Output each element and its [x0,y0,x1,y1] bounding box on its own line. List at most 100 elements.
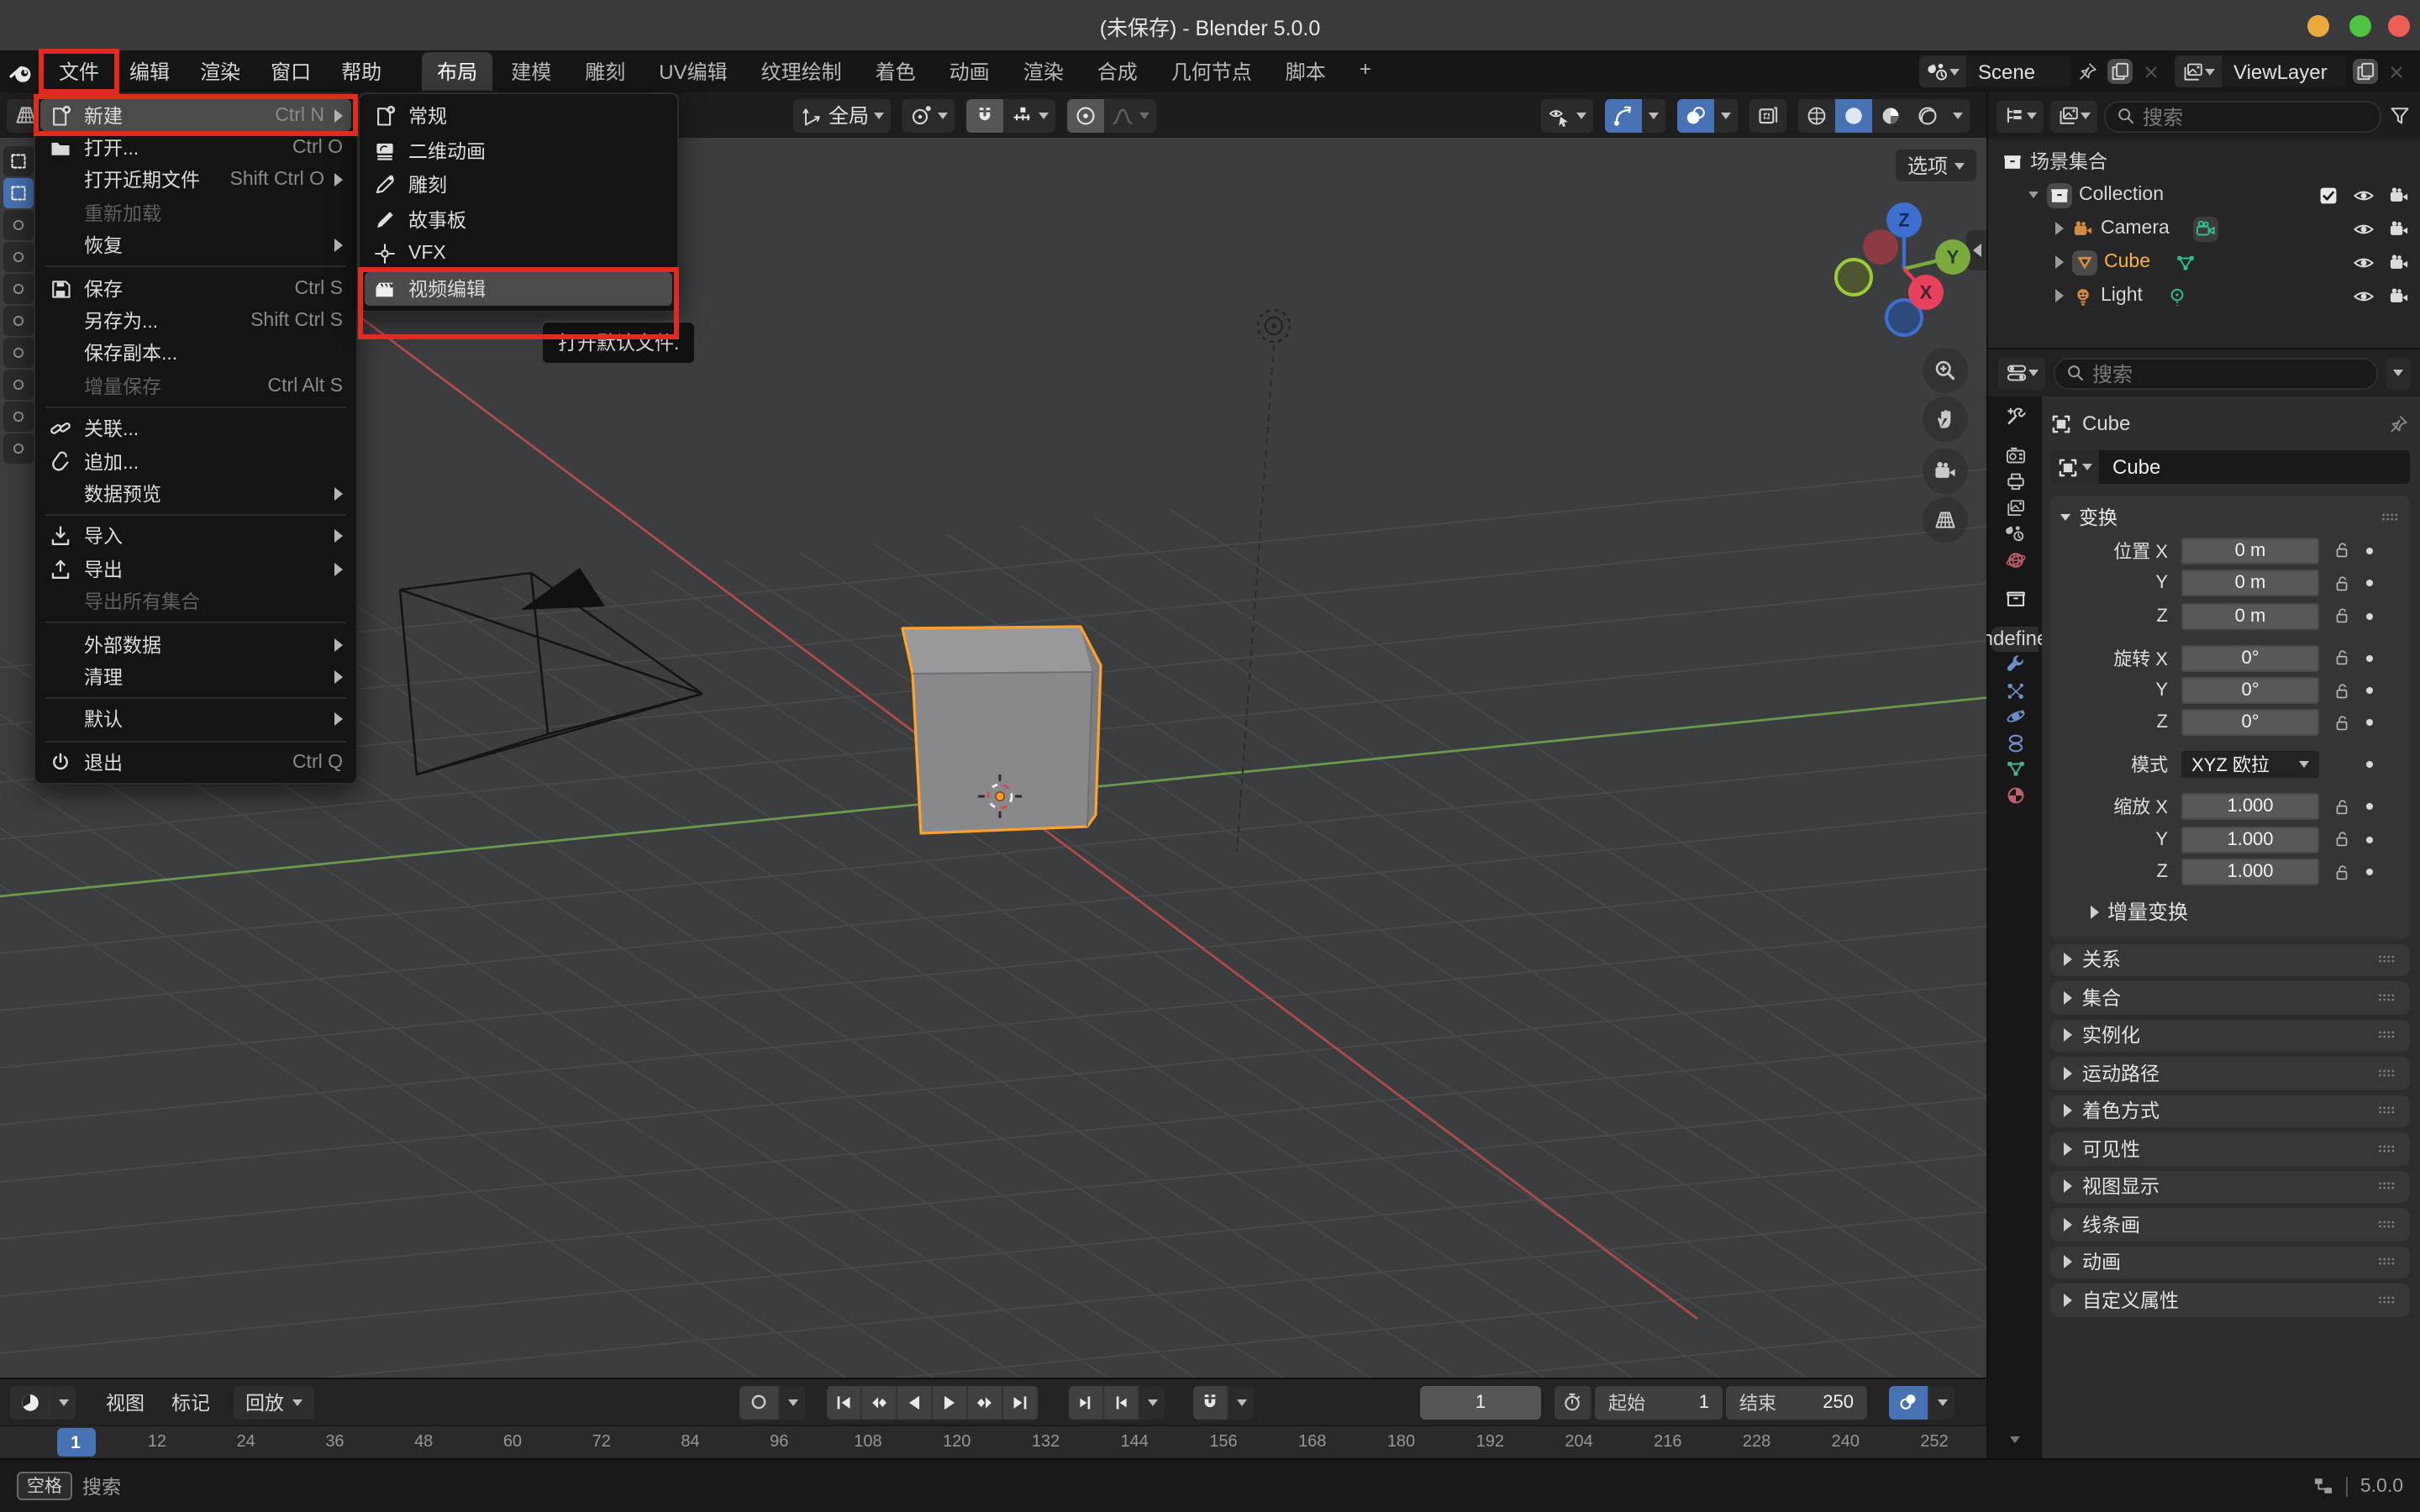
expand-icon[interactable] [2049,289,2069,302]
file-menu-item-外部数据[interactable]: 外部数据 [35,628,356,661]
checkbox-icon[interactable] [2317,184,2339,206]
close-button[interactable] [2388,15,2410,37]
playback-snap-dropdown[interactable] [1228,1385,1254,1419]
title-bar[interactable]: (未保存) - Blender 5.0.0 [0,0,2420,50]
tool-options-dropdown[interactable]: 选项 [1896,150,1976,181]
delta-transform-panel-header[interactable]: 增量变换 [2060,896,2400,927]
animate-dot[interactable] [2366,837,2373,843]
jump-prev-frame-button[interactable] [1069,1385,1104,1419]
file-menu-item-数据预览[interactable]: 数据预览 [35,478,356,511]
field-Y[interactable]: 0° [2181,677,2319,704]
frame-end-field[interactable]: 结束 250 [1726,1385,1867,1419]
tool-button-9[interactable] [3,433,34,464]
properties-tab-world-tab[interactable] [1991,547,2039,573]
add-workspace-button[interactable]: + [1344,52,1386,91]
shading-rendered-button[interactable] [1909,98,1946,132]
file-menu-item-保存副本[interactable]: 保存副本... [35,337,356,370]
properties-tab-viewlayer-tab[interactable] [1991,495,2039,521]
animate-dot[interactable] [2366,548,2373,554]
properties-tab-object-tab[interactable]: undefined [1991,626,2039,652]
properties-tab-output-tab[interactable] [1991,469,2039,495]
file-menu-item-恢复[interactable]: 恢复 [35,229,356,262]
pan-button[interactable] [1923,396,1968,442]
gizmo-dropdown[interactable] [1642,98,1665,132]
drag-grip-icon[interactable] [2376,1139,2396,1159]
file-menu-item-打开[interactable]: 打开...Ctrl O [35,132,356,165]
lock-icon[interactable] [2333,681,2351,700]
prev-keyframe-button[interactable] [862,1385,897,1419]
tool-button-4[interactable] [3,274,34,304]
outliner-row-Cube[interactable]: Cube [1988,245,2420,279]
drag-grip-icon[interactable] [2380,507,2400,528]
collapse-icon[interactable] [2023,192,2044,198]
workspace-tab-几何节点[interactable]: 几何节点 [1156,52,1267,91]
snap-settings-dropdown[interactable] [1003,98,1055,132]
file-menu-item-增量保存[interactable]: 增量保存Ctrl Alt S [35,370,356,402]
outliner-row-Collection[interactable]: Collection [1988,178,2420,212]
properties-tab-scene-tab[interactable] [1991,521,2039,547]
keying-set-button[interactable] [1889,1385,1929,1419]
keying-dropdown[interactable] [780,1385,805,1419]
tool-button-8[interactable] [3,402,34,432]
panel-可见性[interactable]: 可见性 [2050,1132,2410,1165]
properties-tab-constraint-tab[interactable] [1991,730,2039,756]
file-menu-item-导出[interactable]: 导出 [35,553,356,585]
drag-grip-icon[interactable] [2376,1290,2396,1310]
workspace-tab-UV编辑[interactable]: UV编辑 [644,52,742,91]
object-id-dropdown[interactable] [2050,450,2099,484]
tool-button-6[interactable] [3,338,34,368]
file-menu-item-打开近期文件[interactable]: 打开近期文件Shift Ctrl O [35,165,356,197]
panel-关系[interactable]: 关系 [2050,943,2410,976]
field-Y[interactable]: 1.000 [2181,827,2319,853]
drag-grip-icon[interactable] [2376,1063,2396,1084]
file-menu-item-导出所有集合[interactable]: 导出所有集合 [35,585,356,618]
shading-solid-button[interactable] [1835,98,1872,132]
camera-view-button[interactable] [1923,449,1968,494]
field-Z[interactable]: 0° [2181,710,2319,737]
properties-tab-collection-tab[interactable] [1991,586,2039,612]
file-menu-item-追加[interactable]: 追加... [35,445,356,478]
shading-material-button[interactable] [1872,98,1909,132]
panel-着色方式[interactable]: 着色方式 [2050,1095,2410,1127]
object-name-field[interactable]: Cube [2099,450,2410,484]
camera-restrict-icon[interactable] [2388,285,2410,307]
menu-编辑[interactable]: 编辑 [114,52,185,91]
outliner-row-场景集合[interactable]: 场景集合 [1988,144,2420,178]
viewlayer-name-field[interactable]: ViewLayer [2222,55,2346,87]
panel-集合[interactable]: 集合 [2050,981,2410,1014]
properties-tab-material-tab[interactable] [1991,782,2039,808]
use-preview-range-toggle[interactable] [1555,1385,1591,1419]
tool-button-1[interactable] [3,178,34,208]
eye-icon[interactable] [2353,218,2375,239]
cube-object[interactable] [902,627,1101,833]
network-icon[interactable] [2313,1475,2335,1497]
menu-渲染[interactable]: 渲染 [185,52,255,91]
menu-窗口[interactable]: 窗口 [255,52,326,91]
eye-icon[interactable] [2353,184,2375,206]
new-submenu-item-二维动画[interactable]: 二维动画 [360,134,677,168]
properties-tab-modifier-tab[interactable] [1991,652,2039,678]
falloff-dropdown[interactable] [1104,98,1156,132]
new-submenu-item-VFX[interactable]: VFX [360,237,677,271]
animate-dot[interactable] [2366,654,2373,661]
camera-restrict-icon[interactable] [2388,251,2410,273]
workspace-tab-动画[interactable]: 动画 [934,52,1005,91]
lock-icon[interactable] [2333,606,2351,625]
properties-tab-render-tab[interactable] [1991,443,2039,469]
tool-button-3[interactable] [3,242,34,272]
show-gizmo-toggle[interactable] [1605,98,1642,132]
properties-tab-tool-tab[interactable] [1991,403,2039,429]
playhead[interactable]: 1 [56,1428,95,1457]
new-submenu-item-常规[interactable]: 常规 [360,99,677,134]
show-overlays-toggle[interactable] [1677,98,1714,132]
field-Z[interactable]: 0 m [2181,602,2319,629]
lock-icon[interactable] [2333,831,2351,849]
snap-toggle[interactable] [966,98,1003,132]
keying-set-dropdown[interactable] [1929,1385,1954,1419]
scene-browse-button[interactable] [1919,55,1966,87]
outliner-display-mode-dropdown[interactable] [1996,100,2044,132]
timeline-ruler[interactable]: 1122436486072849610812013214415616818019… [0,1425,1986,1458]
play-button[interactable] [933,1385,968,1419]
tool-button-5[interactable] [3,306,34,336]
field-旋转 X[interactable]: 0° [2181,644,2319,671]
